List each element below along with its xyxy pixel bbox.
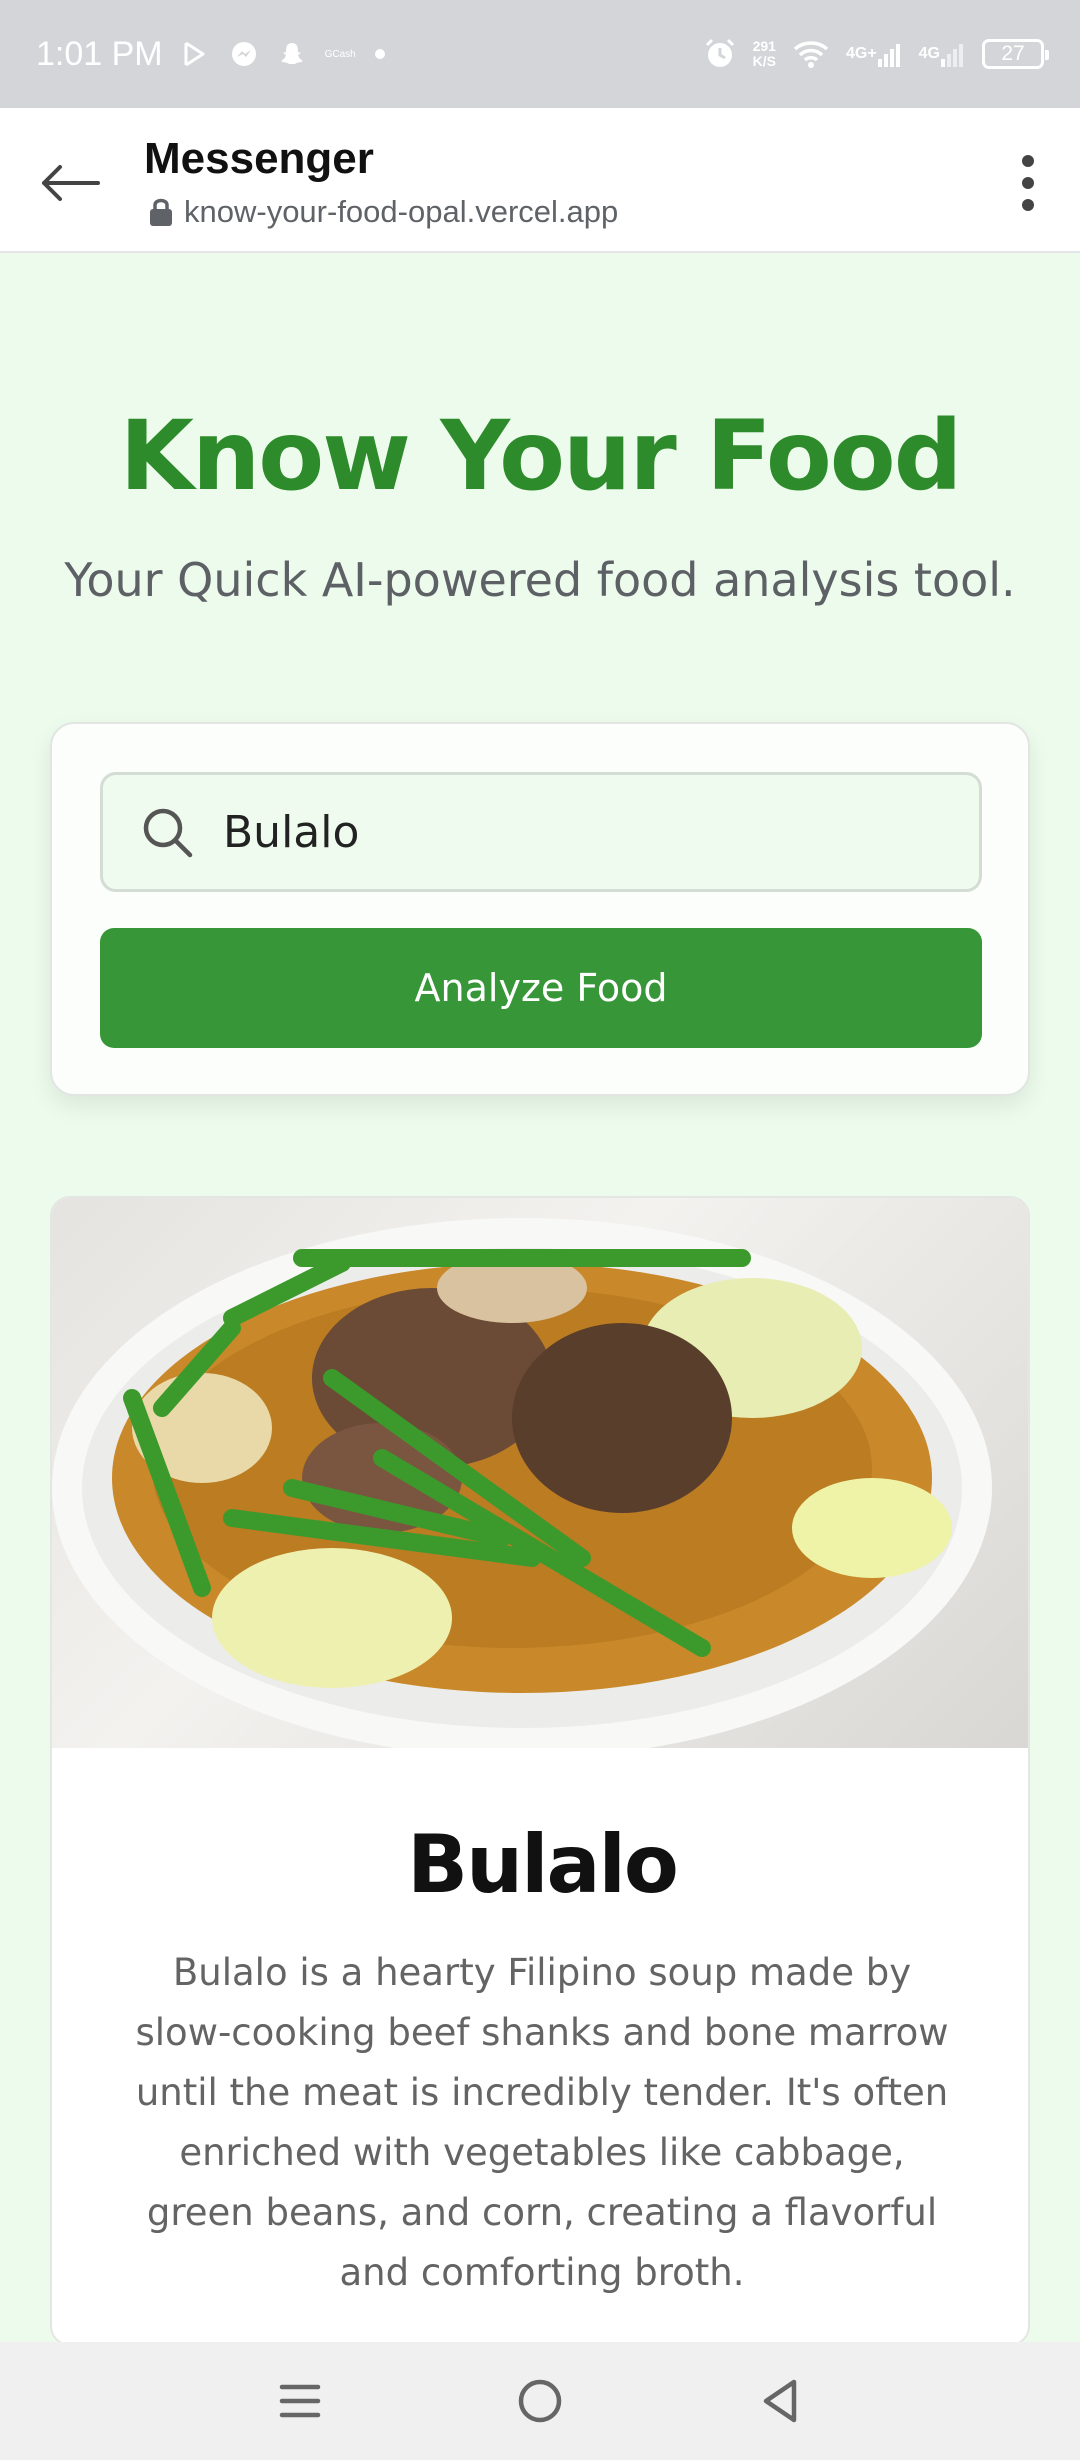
notification-icons: GCash bbox=[181, 39, 386, 69]
result-card: Bulalo Bulalo is a hearty Filipino soup … bbox=[50, 1196, 1030, 2346]
system-nav-bar bbox=[0, 2342, 1080, 2460]
dot-icon bbox=[374, 48, 386, 60]
net-speed-unit: K/S bbox=[752, 53, 776, 69]
home-button[interactable] bbox=[500, 2361, 580, 2441]
search-icon bbox=[139, 804, 195, 860]
page-title: Know Your Food bbox=[119, 400, 963, 512]
back-triangle-icon bbox=[763, 2379, 797, 2423]
food-description: Bulalo is a hearty Filipino soup made by… bbox=[135, 1951, 949, 2294]
signal-2-label: 4G bbox=[918, 45, 940, 62]
back-nav-button[interactable] bbox=[740, 2361, 820, 2441]
alarm-icon bbox=[703, 37, 737, 71]
back-button[interactable] bbox=[30, 148, 110, 218]
wifi-icon bbox=[792, 39, 830, 69]
search-card: Analyze Food bbox=[50, 722, 1030, 1096]
more-vert-icon bbox=[1022, 155, 1034, 211]
back-arrow-icon bbox=[42, 165, 100, 201]
page-subtitle: Your Quick AI-powered food analysis tool… bbox=[64, 553, 1016, 607]
food-image bbox=[52, 1198, 1028, 1748]
recent-apps-button[interactable] bbox=[260, 2361, 340, 2441]
header-title: Messenger bbox=[144, 134, 374, 183]
search-input[interactable] bbox=[223, 806, 943, 858]
system-icons: 291 K/S 4G+ 4G 27 bbox=[703, 37, 1049, 71]
net-speed-value: 291 bbox=[752, 38, 776, 54]
home-circle-icon bbox=[518, 2379, 562, 2423]
gcash-icon: GCash bbox=[324, 48, 356, 60]
analyze-food-button[interactable]: Analyze Food bbox=[100, 928, 982, 1048]
play-store-icon bbox=[181, 39, 211, 69]
lock-icon bbox=[150, 198, 172, 226]
signal-2-icon: 4G bbox=[919, 41, 966, 67]
status-bar: 1:01 PM GCash 291 K/S 4G+ 4G 27 bbox=[0, 0, 1080, 108]
messenger-icon bbox=[229, 39, 259, 69]
browser-header: Messenger know-your-food-opal.vercel.app bbox=[0, 108, 1080, 253]
snapchat-icon bbox=[277, 39, 307, 69]
signal-1-label: 4G+ bbox=[845, 45, 877, 62]
food-name: Bulalo bbox=[407, 1818, 679, 1911]
header-url[interactable]: know-your-food-opal.vercel.app bbox=[148, 194, 618, 230]
battery-level: 27 bbox=[1001, 42, 1025, 65]
more-options-button[interactable] bbox=[998, 143, 1058, 223]
status-time: 1:01 PM bbox=[36, 34, 163, 73]
signal-icon: 4G+ bbox=[846, 41, 903, 67]
url-text: know-your-food-opal.vercel.app bbox=[184, 194, 619, 229]
menu-icon bbox=[279, 2384, 321, 2418]
net-speed: 291 K/S bbox=[753, 39, 776, 69]
battery-icon: 27 bbox=[982, 39, 1049, 69]
search-box[interactable] bbox=[100, 772, 982, 892]
